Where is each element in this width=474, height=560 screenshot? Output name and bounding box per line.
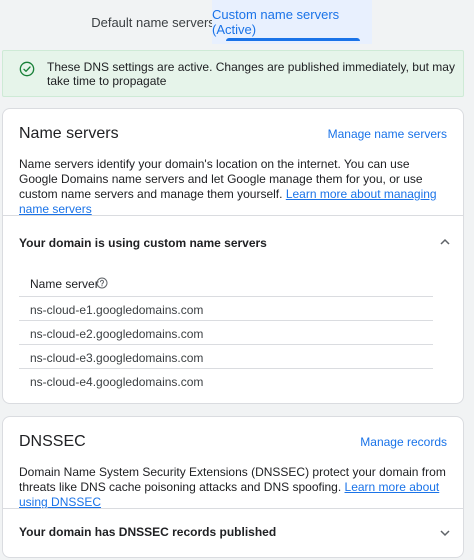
name-server-value: ns-cloud-e3.googledomains.com: [30, 351, 204, 365]
name-servers-description: Name servers identify your domain's loca…: [19, 157, 449, 217]
table-row: ns-cloud-e2.googledomains.com: [19, 320, 433, 344]
active-tab-indicator: [226, 38, 360, 41]
divider: [3, 215, 463, 216]
dnssec-title: DNSSEC: [19, 433, 86, 450]
table-row: ns-cloud-e4.googledomains.com: [19, 368, 433, 392]
check-circle-icon: [19, 61, 35, 77]
name-server-value: ns-cloud-e4.googledomains.com: [30, 375, 204, 389]
table-row: ns-cloud-e3.googledomains.com: [19, 344, 433, 368]
name-server-column-header: Name server: [30, 277, 99, 291]
custom-name-servers-section-title: Your domain is using custom name servers: [19, 236, 267, 250]
dnssec-description: Domain Name System Security Extensions (…: [19, 465, 449, 510]
name-server-value: ns-cloud-e2.googledomains.com: [30, 327, 204, 341]
manage-name-servers-link[interactable]: Manage name servers: [328, 127, 447, 141]
manage-records-link[interactable]: Manage records: [360, 435, 447, 449]
table-row: ns-cloud-e1.googledomains.com: [19, 296, 433, 320]
tab-default-name-servers[interactable]: Default name servers: [90, 0, 216, 44]
dns-tabs: Default name servers Custom name servers…: [0, 0, 474, 48]
chevron-down-icon[interactable]: [439, 527, 451, 539]
chevron-up-icon[interactable]: [439, 236, 451, 248]
dnssec-card: DNSSEC Manage records Domain Name System…: [2, 416, 464, 558]
divider: [3, 508, 463, 509]
name-servers-title: Name servers: [19, 125, 119, 142]
help-icon[interactable]: [96, 277, 108, 289]
dnssec-section-title: Your domain has DNSSEC records published: [19, 525, 277, 539]
status-banner: These DNS settings are active. Changes a…: [2, 50, 464, 97]
name-servers-card: Name servers Manage name servers Name se…: [2, 108, 464, 404]
status-banner-text: These DNS settings are active. Changes a…: [47, 60, 455, 88]
name-server-value: ns-cloud-e1.googledomains.com: [30, 303, 204, 317]
